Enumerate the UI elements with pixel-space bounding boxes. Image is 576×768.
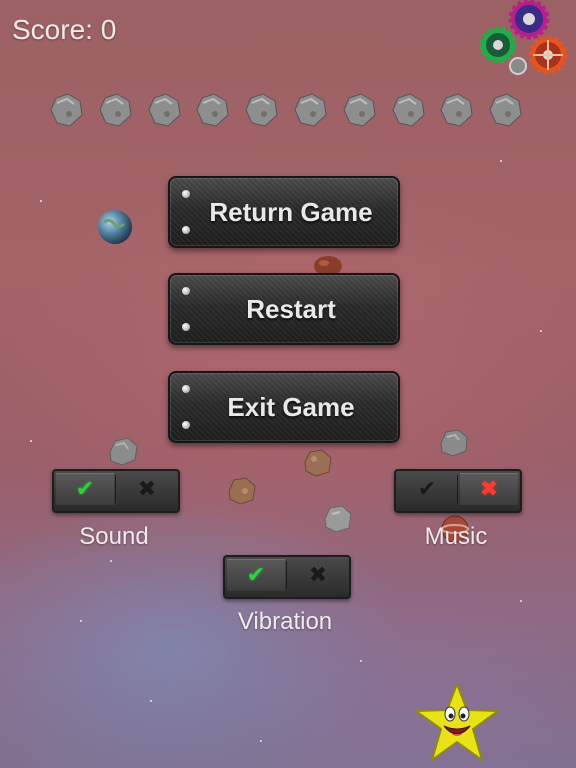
rivet-icon	[182, 190, 190, 198]
asteroid-icon	[196, 93, 229, 127]
planet-icon	[98, 210, 132, 244]
x-icon: ✖	[137, 476, 157, 501]
music-off-half[interactable]: ✖	[460, 473, 518, 505]
vibration-on-half[interactable]: ✔	[227, 559, 285, 591]
music-label: Music	[424, 523, 488, 550]
score-display: Score: 0	[12, 14, 116, 46]
rivet-icon	[182, 385, 190, 393]
toggle-divider	[286, 561, 287, 589]
rivet-icon	[182, 421, 190, 429]
return-game-label: Return Game	[209, 196, 373, 227]
asteroid-icon	[148, 93, 181, 127]
rivet-icon	[182, 323, 190, 331]
smiling-star-icon[interactable]	[412, 680, 502, 766]
vibration-off-half[interactable]: ✖	[289, 559, 347, 591]
asteroid-icon	[343, 93, 376, 127]
asteroid-icon	[440, 93, 473, 127]
sound-label: Sound	[79, 523, 149, 550]
rock-brown-icon	[228, 477, 256, 505]
vibration-toggle[interactable]: ✔ ✖	[223, 555, 351, 599]
vibration-label: Vibration	[237, 608, 333, 635]
ammo-row	[48, 92, 528, 132]
sound-off-half[interactable]: ✖	[118, 473, 176, 505]
rock-icon	[324, 505, 352, 533]
rivet-icon	[182, 287, 190, 295]
sound-on-half[interactable]: ✔	[56, 473, 114, 505]
return-game-button[interactable]: Return Game	[168, 176, 400, 248]
rock-icon	[109, 437, 138, 466]
gears-icon[interactable]	[476, 0, 572, 80]
score-label: Score:	[12, 14, 93, 45]
asteroid-icon	[50, 93, 83, 127]
rivet-icon	[182, 226, 190, 234]
asteroid-icon	[294, 93, 327, 127]
rock-icon	[440, 429, 468, 457]
restart-button[interactable]: Restart	[168, 273, 400, 345]
music-toggle[interactable]: ✔ ✖	[394, 469, 522, 513]
toggle-divider	[457, 475, 458, 503]
toggle-divider	[115, 475, 116, 503]
restart-label: Restart	[246, 293, 336, 324]
check-icon: ✔	[417, 476, 437, 501]
exit-game-button[interactable]: Exit Game	[168, 371, 400, 443]
asteroid-icon	[245, 93, 278, 127]
x-icon: ✖	[479, 476, 499, 501]
exit-game-label: Exit Game	[227, 391, 355, 422]
sound-toggle[interactable]: ✔ ✖	[52, 469, 180, 513]
rock-brown-icon	[304, 449, 332, 477]
music-on-half[interactable]: ✔	[398, 473, 456, 505]
asteroid-icon	[99, 93, 132, 127]
check-icon: ✔	[246, 562, 266, 587]
check-icon: ✔	[75, 476, 95, 501]
asteroid-icon	[392, 93, 425, 127]
score-value: 0	[100, 14, 117, 45]
x-icon: ✖	[308, 562, 328, 587]
asteroid-icon	[489, 93, 522, 127]
